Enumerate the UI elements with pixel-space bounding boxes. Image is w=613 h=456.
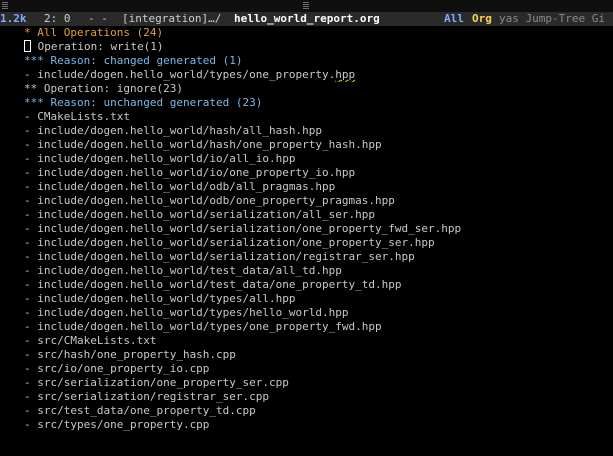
heading-all-operations[interactable]: * All Operations (24) [24, 26, 609, 40]
list-item[interactable]: - include/dogen.hello_world/serializatio… [24, 250, 609, 264]
list-item[interactable]: - src/io/one_property_io.cpp [24, 362, 609, 376]
list-item[interactable]: - src/types/one_property.cpp [24, 418, 609, 432]
major-mode[interactable]: Org [472, 12, 492, 26]
list-item[interactable]: - src/test_data/one_property_td.cpp [24, 404, 609, 418]
list-item[interactable]: - include/dogen.hello_world/io/one_prope… [24, 166, 609, 180]
list-item[interactable]: - src/CMakeLists.txt [24, 334, 609, 348]
org-buffer[interactable]: * All Operations (24) Operation: write(1… [24, 26, 609, 454]
list-item[interactable]: - include/dogen.hello_world/odb/all_prag… [24, 180, 609, 194]
center-grip-icon[interactable] [303, 2, 309, 10]
list-item[interactable]: - include/dogen.hello_world/types/all.hp… [24, 292, 609, 306]
list-item[interactable]: - CMakeLists.txt [24, 110, 609, 124]
list-item[interactable]: - include/dogen.hello_world/types/hello_… [24, 306, 609, 320]
minor-modes[interactable]: yas Jump-Tree Gi [499, 12, 605, 26]
list-item[interactable]: - include/dogen.hello_world/io/all_io.hp… [24, 152, 609, 166]
list-item[interactable]: - include/dogen.hello_world/serializatio… [24, 222, 609, 236]
list-item[interactable]: - include/dogen.hello_world/test_data/al… [24, 264, 609, 278]
list-item[interactable]: - include/dogen.hello_world/odb/one_prop… [24, 194, 609, 208]
heading-reason-unchanged[interactable]: *** Reason: unchanged generated (23) [24, 96, 609, 110]
buffer-size: 1.2k [0, 12, 27, 25]
list-item-prefix: - include/dogen.hello_world/types/one_pr… [24, 68, 336, 81]
heading-operation-ignore[interactable]: ** Operation: ignore(23) [24, 82, 609, 96]
list-item[interactable]: - include/dogen.hello_world/test_data/on… [24, 278, 609, 292]
list-item[interactable]: - include/dogen.hello_world/types/one_pr… [24, 320, 609, 334]
list-item[interactable]: - src/serialization/registrar_ser.cpp [24, 390, 609, 404]
buffer-filename[interactable]: hello_world_report.org [234, 12, 380, 26]
ignore-file-list: - CMakeLists.txt - include/dogen.hello_wo… [24, 110, 609, 432]
list-item[interactable]: - src/serialization/one_property_ser.cpp [24, 376, 609, 390]
buffer-flags: - - [88, 12, 108, 25]
list-item[interactable]: - src/hash/one_property_hash.cpp [24, 348, 609, 362]
list-item[interactable]: - include/dogen.hello_world/serializatio… [24, 236, 609, 250]
project-name[interactable]: [integration]…/ [122, 12, 221, 26]
list-item[interactable]: - include/dogen.hello_world/types/one_pr… [24, 68, 609, 82]
right-edge [609, 26, 613, 456]
spelling-flag-extension: hpp [335, 68, 356, 81]
left-grip-icon[interactable] [2, 2, 8, 10]
mode-line: 1.2k 2: 0 - - [integration]…/ hello_worl… [0, 12, 613, 26]
window-titlebar[interactable] [0, 0, 613, 12]
emacs-window: 1.2k 2: 0 - - [integration]…/ hello_worl… [0, 0, 613, 456]
list-item[interactable]: - include/dogen.hello_world/serializatio… [24, 208, 609, 222]
cursor-position: 2: 0 [44, 12, 71, 25]
heading-operation-write-text: Operation: write(1) [31, 40, 164, 53]
left-fringe [0, 26, 18, 456]
list-item[interactable]: - include/dogen.hello_world/hash/one_pro… [24, 138, 609, 152]
scroll-position: All [444, 12, 464, 25]
heading-reason-changed[interactable]: *** Reason: changed generated (1) [24, 54, 609, 68]
heading-operation-write[interactable]: Operation: write(1) [24, 40, 609, 54]
list-item[interactable]: - include/dogen.hello_world/hash/all_has… [24, 124, 609, 138]
cursor [24, 40, 31, 52]
